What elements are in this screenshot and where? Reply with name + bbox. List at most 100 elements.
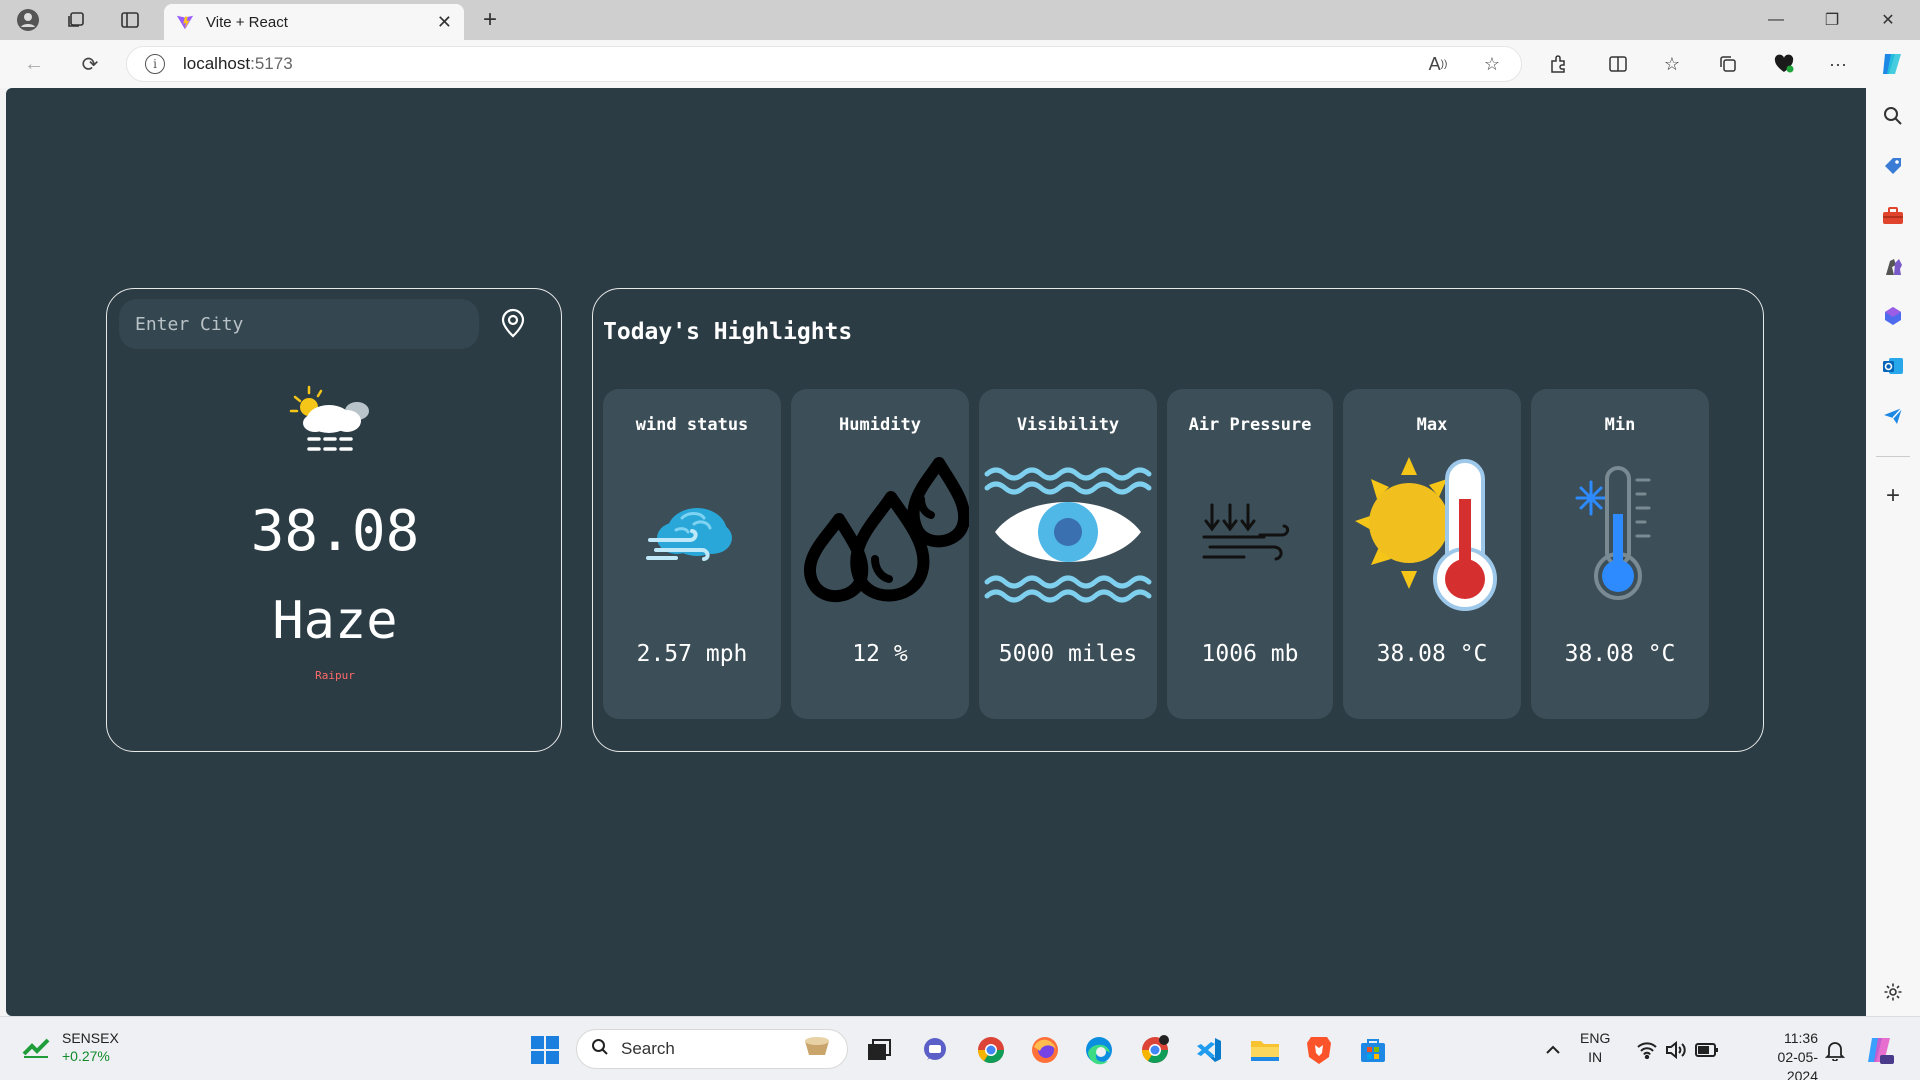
clock-date: 02-05-2024: [1777, 1049, 1818, 1080]
highlight-card-min: Min 38.08 °C: [1531, 389, 1709, 719]
clock-time: 11:36: [1784, 1030, 1818, 1046]
close-window-button[interactable]: ✕: [1866, 6, 1910, 34]
highlight-value: 38.08 °C: [1564, 641, 1676, 667]
task-view-icon[interactable]: [862, 1033, 896, 1067]
highlights-title: Today's Highlights: [603, 319, 853, 345]
copilot-icon[interactable]: [1876, 50, 1908, 78]
stock-trend-icon: [22, 1038, 50, 1058]
sidebar-copilot-365-icon[interactable]: [1879, 302, 1907, 330]
minimize-button[interactable]: —: [1754, 6, 1798, 34]
microsoft-store-icon[interactable]: [1356, 1033, 1390, 1067]
sidebar-outlook-icon[interactable]: [1879, 352, 1907, 380]
weather-condition: Haze: [272, 591, 398, 651]
tab-close-icon[interactable]: ✕: [437, 12, 452, 33]
sidebar-divider: [1876, 456, 1910, 457]
copilot-taskbar-icon[interactable]: [1862, 1033, 1896, 1067]
firefox-icon[interactable]: [1028, 1033, 1062, 1067]
taskbar-search-label: Search: [621, 1039, 675, 1058]
settings-more-icon[interactable]: ···: [1822, 50, 1854, 78]
favorite-star-icon[interactable]: ☆: [1474, 48, 1510, 80]
workspaces-icon[interactable]: [60, 6, 92, 34]
highlight-card-wind: wind status 2.57 mph: [603, 389, 781, 719]
sidebar-add-icon[interactable]: +: [1879, 482, 1907, 510]
windows-taskbar: SENSEX +0.27% Search ENG IN 11:36 02-05-…: [0, 1016, 1920, 1080]
file-explorer-icon[interactable]: [1248, 1033, 1282, 1067]
edge-icon[interactable]: [1082, 1033, 1116, 1067]
wind-cloud-icon: [603, 449, 781, 619]
chrome-profile-1-icon[interactable]: [974, 1033, 1008, 1067]
eye-waves-icon: [979, 449, 1157, 619]
start-button[interactable]: [528, 1033, 562, 1067]
notifications-bell-icon[interactable]: [1818, 1033, 1852, 1067]
split-screen-icon[interactable]: [1602, 50, 1634, 78]
highlight-card-humidity: Humidity 12 %: [791, 389, 969, 719]
read-aloud-icon[interactable]: A)): [1420, 48, 1456, 80]
ticker-change: +0.27%: [62, 1048, 110, 1064]
current-temperature: 38.08: [250, 499, 420, 564]
show-hidden-icons-chevron-up-icon[interactable]: [1536, 1033, 1570, 1067]
volume-icon[interactable]: [1658, 1033, 1692, 1067]
highlight-value: 12 %: [852, 641, 908, 667]
profile-icon[interactable]: [12, 6, 44, 34]
brave-icon[interactable]: [1302, 1033, 1336, 1067]
highlight-label: wind status: [635, 415, 749, 435]
highlight-label: Max: [1416, 415, 1448, 435]
highlight-label: Air Pressure: [1188, 415, 1312, 435]
highlight-card-visibility: Visibility 5000 miles: [979, 389, 1157, 719]
pressure-icon: [1167, 449, 1333, 619]
city-name: Raipur: [315, 669, 355, 682]
refresh-button[interactable]: ⟳: [74, 50, 106, 78]
tab-title: Vite + React: [206, 13, 288, 31]
taskbar-search[interactable]: Search: [576, 1029, 848, 1069]
system-clock[interactable]: 11:36 02-05-2024: [1758, 1029, 1818, 1080]
url-port: :5173: [250, 54, 293, 73]
restore-button[interactable]: ❐: [1810, 6, 1854, 34]
highlight-value: 38.08 °C: [1376, 641, 1488, 667]
url-field[interactable]: i localhost:5173: [126, 46, 1522, 82]
address-bar-row: ← ⟳ i localhost:5173 A)) ☆ ☆ ···: [0, 40, 1920, 88]
sidebar-games-icon[interactable]: [1879, 252, 1907, 280]
stock-widget[interactable]: SENSEX +0.27%: [22, 1029, 119, 1065]
highlight-value: 2.57 mph: [636, 641, 748, 667]
lang-line-1: ENG: [1580, 1030, 1611, 1046]
highlight-card-air-pressure: Air Pressure 1006 mb: [1167, 389, 1333, 719]
location-pin-icon[interactable]: [497, 305, 529, 341]
browser-tab-bar: Vite + React ✕ + — ❐ ✕: [0, 0, 1920, 40]
favorites-icon[interactable]: ☆: [1656, 50, 1688, 78]
sidebar-settings-icon[interactable]: [1879, 978, 1907, 1006]
new-tab-button[interactable]: +: [474, 6, 506, 34]
current-weather-card: 38.08 Haze Raipur: [106, 288, 562, 752]
highlight-label: Min: [1604, 415, 1636, 435]
url-host: localhost: [183, 54, 251, 73]
browser-sidebar: +: [1866, 88, 1920, 1016]
tab-active[interactable]: Vite + React ✕: [164, 4, 464, 40]
search-icon: [591, 1038, 609, 1061]
extensions-icon[interactable]: [1542, 50, 1574, 78]
browser-essentials-icon[interactable]: [1768, 50, 1800, 78]
tab-actions-icon[interactable]: [114, 6, 146, 34]
site-info-icon[interactable]: i: [145, 54, 165, 74]
teams-chat-icon[interactable]: [918, 1033, 952, 1067]
vscode-icon[interactable]: [1192, 1033, 1226, 1067]
weather-app-page: 38.08 Haze Raipur Today's Highlights win…: [6, 88, 1866, 1016]
highlight-value: 1006 mb: [1201, 641, 1299, 667]
city-search-input[interactable]: [119, 299, 479, 349]
vite-logo-icon: [176, 15, 194, 30]
highlight-label: Humidity: [839, 415, 921, 435]
sidebar-search-icon[interactable]: [1879, 102, 1907, 130]
water-drops-icon: [791, 449, 969, 619]
language-indicator[interactable]: ENG IN: [1580, 1029, 1610, 1067]
hot-thermometer-icon: [1343, 449, 1521, 619]
highlight-label: Visibility: [1016, 415, 1120, 435]
collections-icon[interactable]: [1712, 50, 1744, 78]
highlight-value: 5000 miles: [998, 641, 1138, 667]
sidebar-tools-icon[interactable]: [1879, 202, 1907, 230]
ticker-name: SENSEX: [62, 1030, 119, 1046]
back-button[interactable]: ←: [18, 50, 50, 78]
chrome-profile-2-icon[interactable]: [1138, 1033, 1172, 1067]
sidebar-shopping-icon[interactable]: [1879, 152, 1907, 180]
lang-line-2: IN: [1588, 1049, 1603, 1065]
battery-icon[interactable]: [1690, 1033, 1724, 1067]
highlights-panel: Today's Highlights wind status 2.57 mph: [592, 288, 1764, 752]
sidebar-send-icon[interactable]: [1879, 402, 1907, 430]
